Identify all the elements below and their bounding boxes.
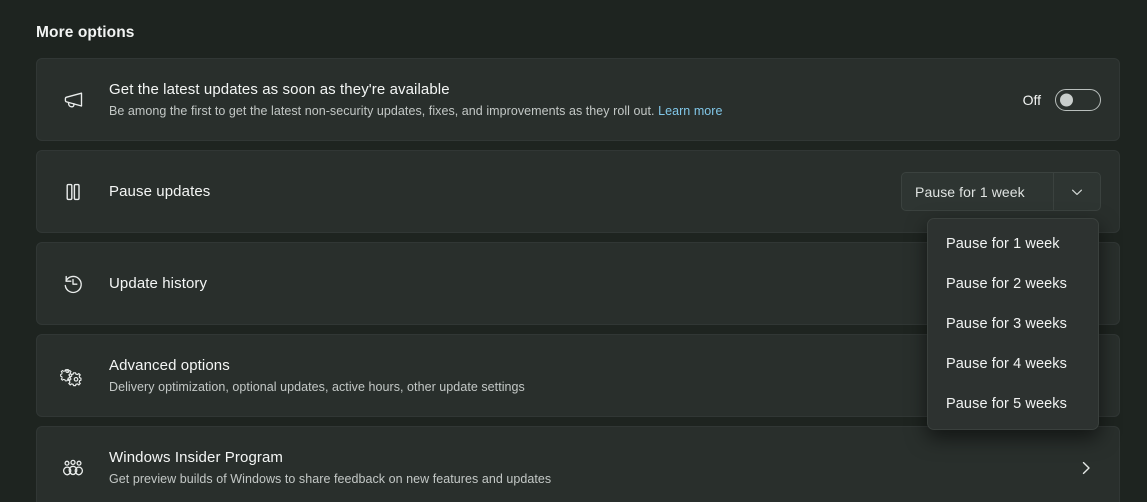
dropdown-item[interactable]: Pause for 1 week — [928, 224, 1098, 264]
update-history-icon — [37, 269, 109, 299]
dropdown-item[interactable]: Pause for 5 weeks — [928, 384, 1098, 424]
learn-more-link[interactable]: Learn more — [658, 104, 722, 118]
card-text-block: Get the latest updates as soon as they'r… — [109, 80, 1023, 120]
settings-more-options-page: More options Get the latest updates as s… — [0, 0, 1147, 502]
chevron-down-icon[interactable] — [1054, 173, 1100, 210]
combobox-selected-value[interactable]: Pause for 1 week — [902, 173, 1054, 210]
card-subtitle: Be among the first to get the latest non… — [109, 102, 1011, 120]
dropdown-item[interactable]: Pause for 3 weeks — [928, 304, 1098, 344]
gears-icon — [37, 361, 109, 391]
card-right-controls — [1071, 460, 1101, 476]
megaphone-icon — [37, 85, 109, 115]
people-icon — [37, 453, 109, 483]
pause-updates-combobox[interactable]: Pause for 1 week — [901, 172, 1101, 211]
toggle-knob — [1060, 93, 1073, 106]
card-windows-insider-program[interactable]: Windows Insider Program Get preview buil… — [36, 426, 1120, 502]
toggle-state-label: Off — [1022, 91, 1041, 108]
card-title: Windows Insider Program — [109, 448, 284, 466]
card-text-block: Windows Insider Program Get preview buil… — [109, 448, 1071, 488]
pause-updates-dropdown-menu[interactable]: Pause for 1 week Pause for 2 weeks Pause… — [927, 218, 1099, 430]
dropdown-item[interactable]: Pause for 4 weeks — [928, 344, 1098, 384]
card-right-controls: Off — [1022, 88, 1101, 111]
pause-icon — [37, 178, 109, 206]
card-title: Get the latest updates as soon as they'r… — [109, 80, 450, 98]
latest-updates-toggle[interactable] — [1055, 88, 1101, 111]
card-subtitle: Get preview builds of Windows to share f… — [109, 471, 552, 486]
dropdown-item[interactable]: Pause for 2 weeks — [928, 264, 1098, 304]
page-title: More options — [36, 24, 135, 41]
card-subtitle-text: Be among the first to get the latest non… — [109, 103, 655, 118]
card-get-latest-updates[interactable]: Get the latest updates as soon as they'r… — [36, 58, 1120, 141]
chevron-right-icon[interactable] — [1071, 460, 1101, 476]
